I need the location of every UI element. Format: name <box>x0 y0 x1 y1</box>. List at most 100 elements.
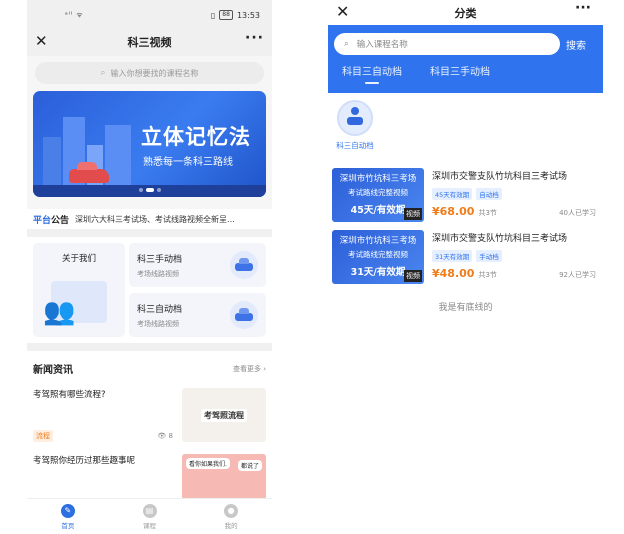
tab-mine[interactable]: ● 我的 <box>190 499 272 534</box>
banner-carousel[interactable]: 立体记忆法 熟悉每一条科三路线 <box>33 91 266 197</box>
course-thumbnail: 深圳市竹坑科三考场 考试路线完整视频 45天/有效期 视频 <box>332 168 424 222</box>
eye-icon: 👁 <box>157 432 169 440</box>
people-icon: 👥 <box>43 297 76 327</box>
tab-label: 我的 <box>224 521 238 530</box>
validity-tag: 31天有效期 <box>432 250 473 262</box>
clock: 13:53 <box>236 10 260 20</box>
views-count: 👁 8 <box>157 432 173 440</box>
course-tags: 45天有效期 自动档 <box>432 188 596 200</box>
type-tag: 手动档 <box>476 250 502 262</box>
course-thumbnail: 深圳市竹坑科三考场 考试路线完整视频 31天/有效期 视频 <box>332 230 424 284</box>
search-input[interactable]: ⌕ 输入你想要找的课程名称 <box>35 62 264 84</box>
car-icon <box>230 301 258 329</box>
video-tag: 视频 <box>404 208 422 220</box>
tab-auto[interactable]: 科目三自动档 <box>342 63 402 84</box>
news-item-text: 考驾照有哪些流程? 流程 👁 8 <box>33 388 173 442</box>
category-tabs: 科目三自动档 科目三手动档 <box>334 63 597 84</box>
news-item[interactable]: 考驾照有哪些流程? 流程 👁 8 考驾照流程 <box>33 388 266 442</box>
course-footer: ¥68.00 共3节 40人已学习 <box>432 205 596 218</box>
tab-label: 首页 <box>61 521 75 530</box>
auto-course-card[interactable]: 科三自动档 考场线路视频 <box>129 293 266 337</box>
close-icon[interactable]: ✕ <box>336 2 349 21</box>
category-label: 科三自动档 <box>336 141 374 150</box>
home-icon: ✎ <box>60 503 75 518</box>
divider <box>27 229 272 237</box>
right-phone-screen: ✕ 分类 ··· ⌕ 输入课程名称 搜索 科目三自动档 科目三手动档 科三自动档 <box>328 0 603 534</box>
banner-headline: 立体记忆法 <box>141 125 251 149</box>
news-title: 考驾照有哪些流程? <box>33 390 106 400</box>
news-section: 新闻资讯 查看更多 › 考驾照有哪些流程? 流程 👁 8 考驾照流程 考驾照你经… <box>27 351 272 501</box>
course-info: 深圳市交警支队竹坑科目三考试场 45天有效期 自动档 ¥68.00 共3节 40… <box>432 168 596 222</box>
carousel-dot-active[interactable] <box>145 188 154 192</box>
thumb-line: 深圳市竹坑科三考场 <box>339 236 417 246</box>
course-tags: 31天有效期 手动档 <box>432 250 596 262</box>
battery-icon: 88 <box>219 10 233 20</box>
about-us-label: 关于我们 <box>61 254 96 264</box>
thumb-line: 考试路线完整视频 <box>348 250 408 259</box>
category-item[interactable]: 科三自动档 <box>332 100 378 151</box>
thumb-line: 考试路线完整视频 <box>348 188 408 197</box>
tab-manual[interactable]: 科目三手动档 <box>430 63 490 84</box>
speech-bubble: 都说了 <box>237 460 262 471</box>
course-title: 深圳市交警支队竹坑科目三考试场 <box>432 234 568 244</box>
search-input[interactable]: ⌕ 输入课程名称 <box>334 33 560 55</box>
banner-subline: 熟悉每一条科三路线 <box>143 157 233 168</box>
divider <box>27 343 272 351</box>
course-cards: 科三手动档 考场线路视频 科三自动档 考场线路视频 <box>129 243 266 337</box>
left-navbar: ✕ 科三视频 ··· <box>27 28 272 56</box>
student-count: 92人已学习 <box>559 271 596 279</box>
tab-courses[interactable]: ▤ 课程 <box>109 499 191 534</box>
status-bar: ᵃˡˡ ᯤ ▯ 88 13:53 <box>27 0 272 28</box>
more-icon[interactable]: ··· <box>245 30 264 46</box>
video-tag: 视频 <box>404 270 422 282</box>
page-title: 科三视频 <box>127 36 172 49</box>
notice-text: 深圳六大科三考试场、考试线路视频全新呈... <box>75 214 235 224</box>
course-item[interactable]: 深圳市竹坑科三考场 考试路线完整视频 31天/有效期 视频 深圳市交警支队竹坑科… <box>332 230 596 284</box>
vibrate-icon: ▯ <box>210 10 216 20</box>
feature-grid: 关于我们 👥 科三手动档 考场线路视频 科三自动档 考场线路视频 <box>27 237 272 343</box>
search-icon: ⌕ <box>344 39 349 49</box>
courses-icon: ▤ <box>142 503 157 518</box>
end-of-list-text: 我是有底线的 <box>438 303 493 313</box>
tab-label: 课程 <box>143 521 156 530</box>
about-us-card[interactable]: 关于我们 👥 <box>33 243 125 337</box>
notice-bar[interactable]: 平台 公告 深圳六大科三考试场、考试线路视频全新呈... <box>27 209 272 229</box>
left-phone-screen: ᵃˡˡ ᯤ ▯ 88 13:53 ✕ 科三视频 ··· ⌕ 输入你想要找的课程名… <box>27 0 272 534</box>
bottom-tabbar: ✎ 首页 ▤ 课程 ● 我的 <box>27 498 272 534</box>
view-more-link[interactable]: 查看更多 › <box>233 364 266 374</box>
thumb-line: 深圳市竹坑科三考场 <box>339 174 417 184</box>
search-bar: ⌕ 输入课程名称 搜索 <box>334 33 597 55</box>
type-tag: 自动档 <box>476 188 502 200</box>
stage: ᵃˡˡ ᯤ ▯ 88 13:53 ✕ 科三视频 ··· ⌕ 输入你想要找的课程名… <box>0 0 624 534</box>
search-button[interactable]: 搜索 <box>566 37 586 52</box>
right-navbar: ✕ 分类 ··· <box>328 0 603 25</box>
news-item-text: 考驾照你经历过那些趣事呢 <box>33 454 173 500</box>
validity-tag: 45天有效期 <box>432 188 473 200</box>
news-title: 考驾照你经历过那些趣事呢 <box>33 456 136 466</box>
status-right: ▯ 88 13:53 <box>211 10 260 20</box>
news-thumbnail: 看你如果我们. 都说了 <box>182 454 266 500</box>
search-placeholder: 输入你想要找的课程名称 <box>110 68 199 78</box>
close-icon[interactable]: ✕ <box>35 32 48 50</box>
course-title: 深圳市交警支队竹坑科目三考试场 <box>432 172 568 182</box>
car-icon <box>230 251 258 279</box>
lesson-count: 共3节 <box>478 271 497 279</box>
notice-tag-platform: 平台 <box>33 215 52 226</box>
news-header: 新闻资讯 查看更多 › <box>33 361 266 377</box>
more-icon[interactable]: ··· <box>575 0 591 16</box>
news-thumbnail: 考驾照流程 <box>182 388 266 442</box>
carousel-dot[interactable] <box>156 188 161 192</box>
car-icon <box>337 100 373 136</box>
category-header: ⌕ 输入课程名称 搜索 科目三自动档 科目三手动档 <box>328 25 603 93</box>
student-count: 40人已学习 <box>559 209 596 217</box>
news-item[interactable]: 考驾照你经历过那些趣事呢 看你如果我们. 都说了 <box>33 454 266 500</box>
search-icon: ⌕ <box>100 68 106 78</box>
news-meta: 流程 👁 8 <box>33 430 173 442</box>
tab-home[interactable]: ✎ 首页 <box>27 499 109 534</box>
speech-bubble: 看你如果我们. <box>186 458 230 469</box>
carousel-dot[interactable] <box>138 188 143 192</box>
manual-course-card[interactable]: 科三手动档 考场线路视频 <box>129 243 266 287</box>
course-info: 深圳市交警支队竹坑科目三考试场 31天有效期 手动档 ¥48.00 共3节 92… <box>432 230 596 284</box>
thumb-caption: 考驾照流程 <box>201 408 247 422</box>
course-item[interactable]: 深圳市竹坑科三考场 考试路线完整视频 45天/有效期 视频 深圳市交警支队竹坑科… <box>332 168 596 222</box>
